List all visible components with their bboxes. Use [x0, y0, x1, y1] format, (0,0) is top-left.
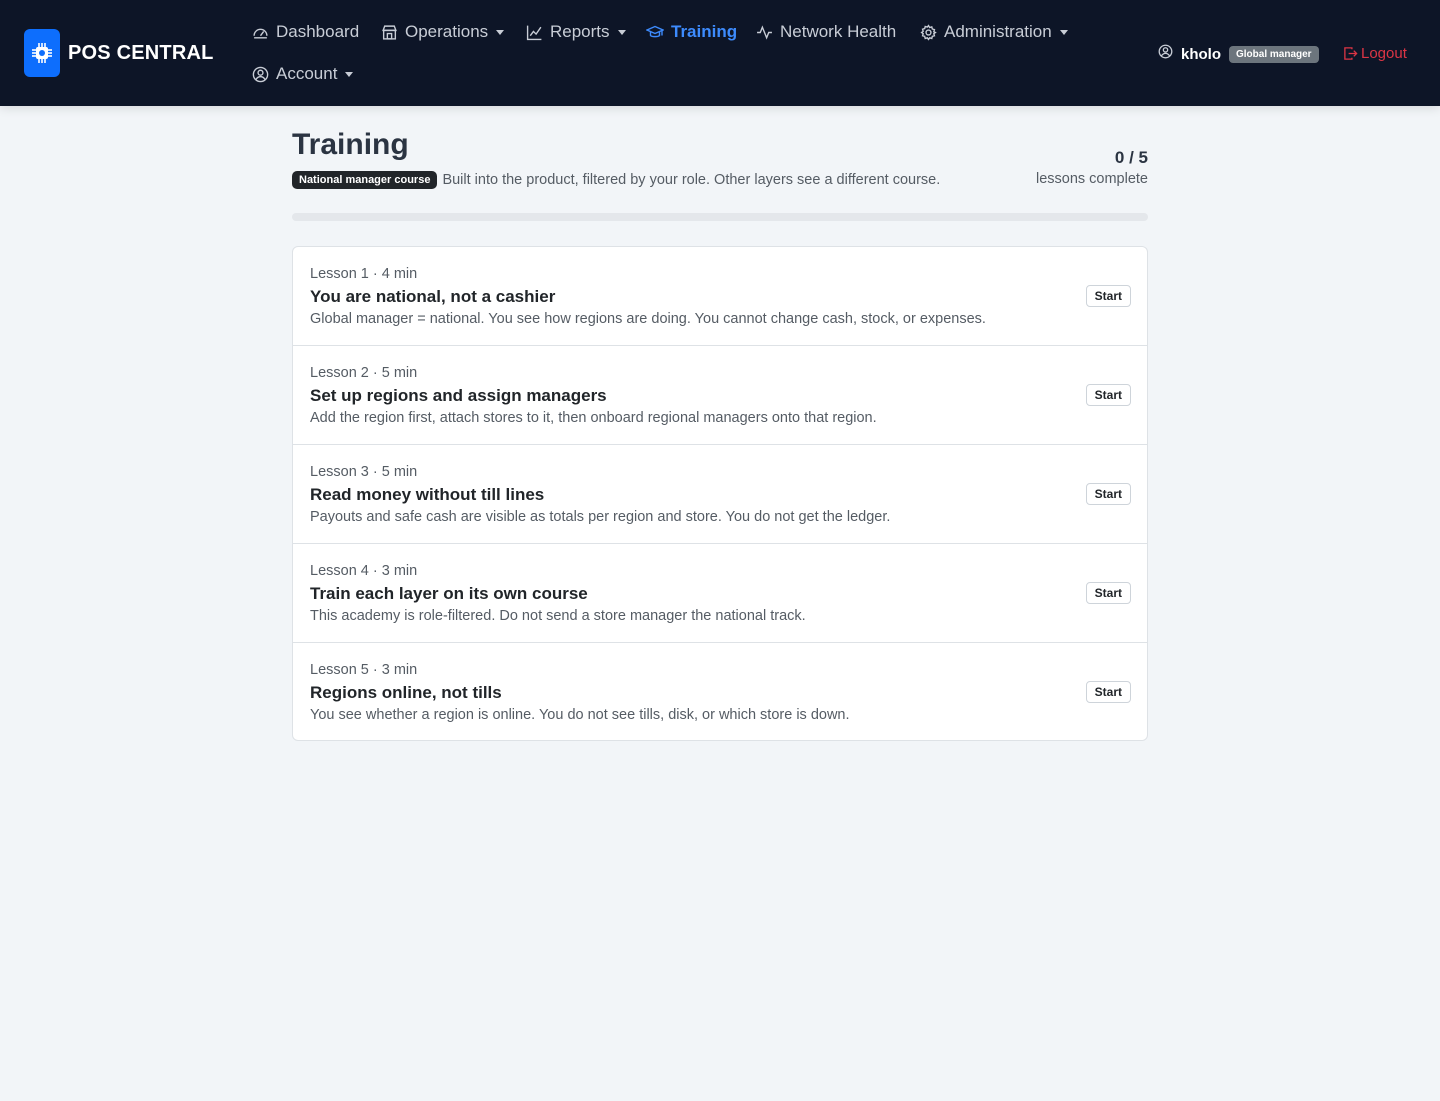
nav-network-health[interactable]: Network Health — [755, 22, 896, 42]
start-lesson-button[interactable]: Start — [1085, 582, 1131, 604]
lesson-description: Payouts and safe cash are visible as tot… — [310, 509, 891, 525]
start-lesson-button[interactable]: Start — [1085, 384, 1131, 406]
mortarboard-icon — [646, 23, 664, 41]
lesson-title: You are national, not a cashier — [310, 287, 556, 306]
nav-administration[interactable]: Administration — [919, 22, 1068, 42]
lesson-title: Read money without till lines — [310, 485, 545, 504]
user-name: kholo — [1181, 45, 1221, 63]
logout-link[interactable]: Logout — [1343, 45, 1407, 62]
person-circle-icon — [251, 65, 269, 83]
start-lesson-button[interactable]: Start — [1085, 483, 1131, 505]
chip-icon — [24, 29, 60, 77]
nav-training-label: Training — [671, 22, 738, 41]
chevron-down-icon — [496, 29, 505, 35]
lesson-list: Lesson 1 · 4 min You are national, not a… — [292, 246, 1148, 741]
role-badge: Global manager — [1229, 45, 1319, 63]
lesson-meta: Lesson 2 · 5 min — [310, 365, 418, 381]
nav-operations-label: Operations — [405, 22, 489, 41]
lesson-title: Regions online, not tills — [310, 683, 502, 702]
lesson-description: Add the region first, attach stores to i… — [310, 410, 877, 426]
graph-up-icon — [525, 23, 543, 41]
chevron-down-icon — [617, 29, 626, 35]
lesson-item: Lesson 2 · 5 min Set up regions and assi… — [293, 346, 1147, 445]
lesson-description: This academy is role-filtered. Do not se… — [310, 608, 806, 624]
nav-training[interactable]: Training — [646, 22, 737, 42]
activity-icon — [755, 23, 773, 41]
chevron-down-icon — [345, 71, 354, 77]
nav-administration-label: Administration — [944, 22, 1052, 41]
progress-bar — [292, 213, 1148, 221]
lesson-meta: Lesson 1 · 4 min — [310, 266, 418, 282]
gear-icon — [919, 23, 937, 41]
lesson-description: Global manager = national. You see how r… — [310, 311, 986, 327]
nav-dashboard[interactable]: Dashboard — [251, 22, 359, 42]
brand-name: POS CENTRAL — [68, 41, 214, 64]
progress-count: 0 / 5 — [1114, 148, 1148, 167]
start-lesson-button[interactable]: Start — [1085, 681, 1131, 703]
page-subtitle: National manager course Built into the p… — [292, 171, 940, 189]
start-lesson-button[interactable]: Start — [1085, 285, 1131, 307]
lesson-meta: Lesson 5 · 3 min — [310, 662, 418, 678]
nav-account[interactable]: Account — [251, 64, 354, 84]
box-arrow-right-icon — [1343, 46, 1358, 61]
top-navbar: POS CENTRAL Dashboard Operations Reports… — [0, 0, 1440, 106]
lesson-item: Lesson 1 · 4 min You are national, not a… — [293, 247, 1147, 346]
subtitle-text: Built into the product, filtered by your… — [442, 172, 941, 188]
nav-reports[interactable]: Reports — [525, 22, 626, 42]
person-circle-icon — [1158, 44, 1173, 64]
lesson-item: Lesson 4 · 3 min Train each layer on its… — [293, 544, 1147, 643]
lesson-title: Train each layer on its own course — [310, 584, 588, 603]
speedometer-icon — [251, 23, 269, 41]
nav-reports-label: Reports — [550, 22, 610, 41]
current-user: kholo Global manager — [1158, 44, 1319, 64]
lesson-meta: Lesson 3 · 5 min — [310, 464, 418, 480]
lesson-item: Lesson 3 · 5 min Read money without till… — [293, 445, 1147, 544]
page-title: Training — [292, 128, 409, 161]
nav-account-label: Account — [276, 64, 338, 83]
nav-network-health-label: Network Health — [780, 22, 897, 41]
brand-link[interactable]: POS CENTRAL — [24, 29, 214, 77]
course-badge: National manager course — [292, 171, 438, 189]
progress-label: lessons complete — [1035, 171, 1148, 187]
lesson-meta: Lesson 4 · 3 min — [310, 563, 418, 579]
shop-icon — [380, 23, 398, 41]
lesson-title: Set up regions and assign managers — [310, 386, 607, 405]
lesson-item: Lesson 5 · 3 min Regions online, not til… — [293, 643, 1147, 740]
nav-operations[interactable]: Operations — [380, 22, 505, 42]
logout-label: Logout — [1361, 45, 1407, 62]
nav-dashboard-label: Dashboard — [276, 22, 360, 41]
lesson-description: You see whether a region is online. You … — [310, 707, 850, 723]
chevron-down-icon — [1059, 29, 1068, 35]
